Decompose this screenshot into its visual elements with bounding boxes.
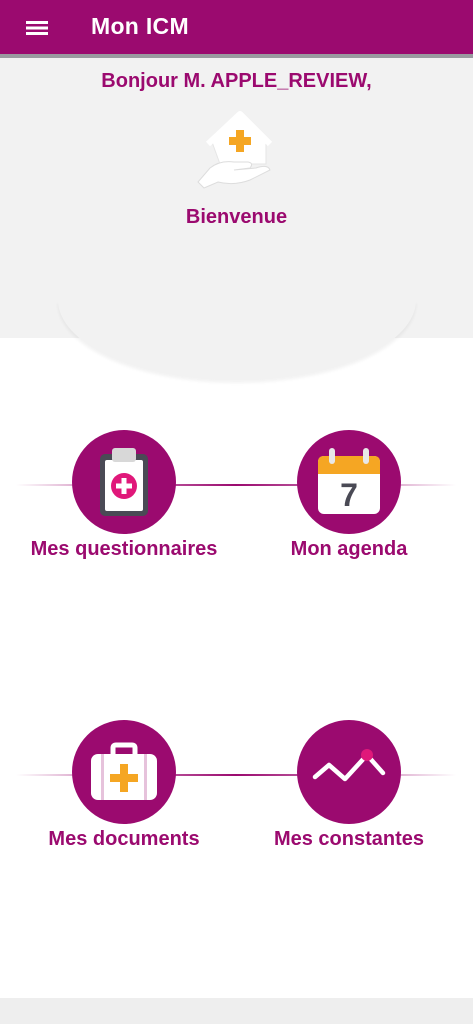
agenda-label: Mon agenda [290, 538, 408, 560]
welcome-text: Bienvenue [185, 206, 288, 228]
greeting-text: Bonjour M. APPLE_REVIEW, [101, 70, 372, 92]
bottom-strip [0, 998, 473, 1024]
constantes-circle [297, 720, 401, 824]
house-hand-medical-icon [197, 111, 273, 189]
vital-signs-chart-icon [312, 749, 386, 782]
agenda-circle: 7 [297, 430, 401, 534]
questionnaires-tile[interactable]: Mes questionnaires [9, 430, 239, 580]
hero-panel [0, 58, 473, 338]
calendar-icon: 7 [318, 448, 380, 514]
constantes-label: Mes constantes [273, 828, 425, 850]
documents-label: Mes documents [48, 828, 200, 850]
questionnaires-circle [72, 430, 176, 534]
hero-curve [58, 300, 416, 380]
app-bar: Mon ICM [0, 0, 473, 58]
documents-circle [72, 720, 176, 824]
medical-briefcase-icon [91, 742, 157, 800]
agenda-tile[interactable]: 7 Mon agenda [234, 430, 464, 580]
hamburger-menu-icon [26, 21, 48, 35]
clipboard-medical-icon [100, 448, 148, 516]
documents-tile[interactable]: Mes documents [9, 720, 239, 870]
menu-button[interactable] [22, 16, 52, 40]
calendar-day-number: 7 [340, 477, 358, 513]
app-title: Mon ICM [91, 13, 189, 39]
questionnaires-label: Mes questionnaires [30, 538, 218, 560]
constantes-tile[interactable]: Mes constantes [234, 720, 464, 870]
